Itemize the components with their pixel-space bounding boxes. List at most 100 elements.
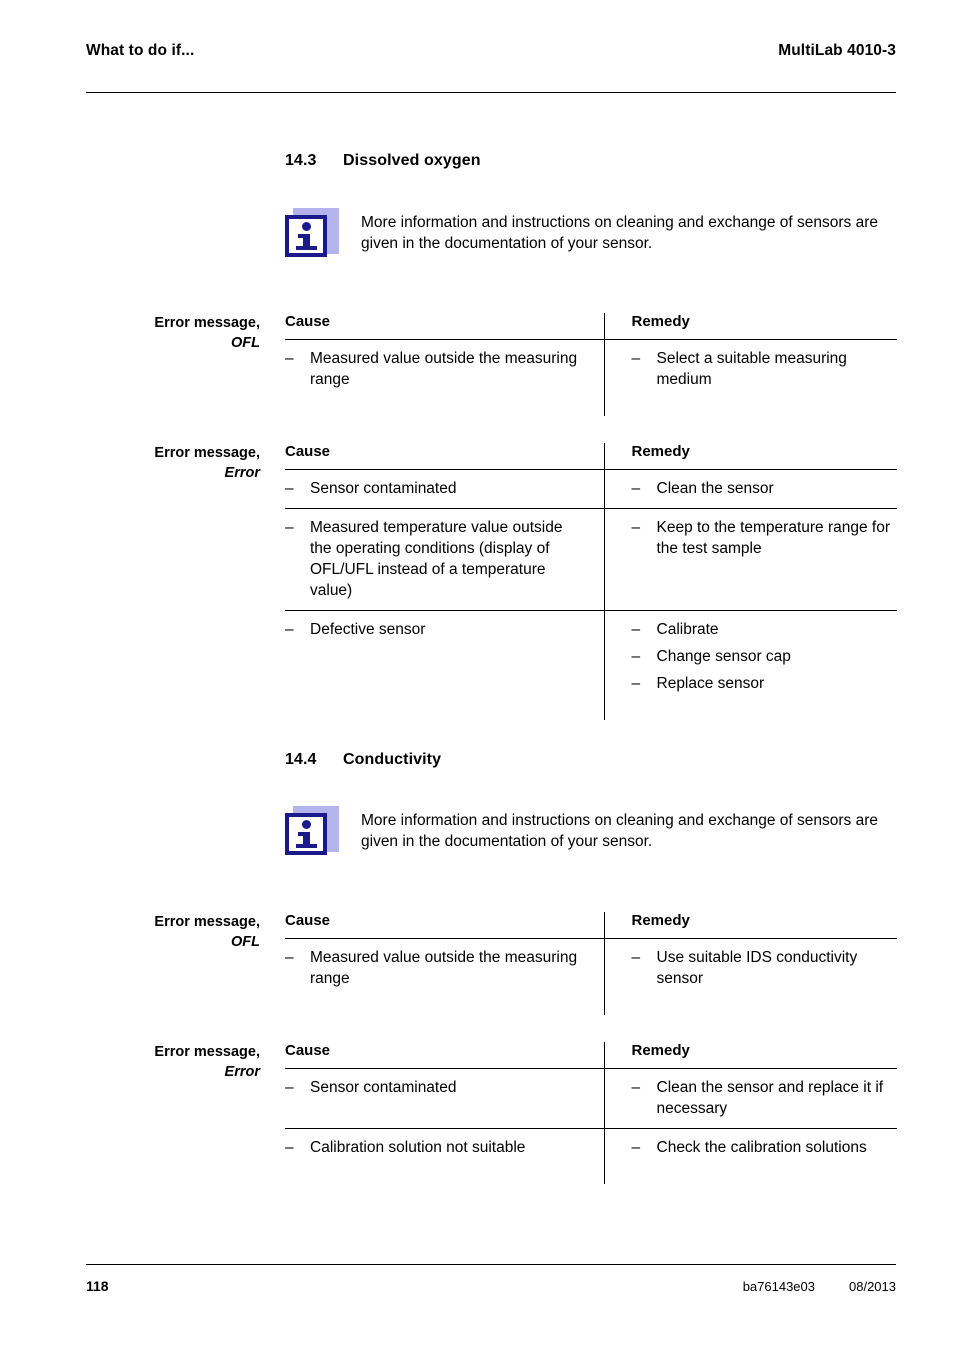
margin-note-label: Error message, xyxy=(154,914,260,930)
list-item: – Measured value outside the measuring ra… xyxy=(285,348,588,390)
column-header-remedy: Remedy xyxy=(603,912,897,939)
column-header-cause: Cause xyxy=(285,912,604,939)
dash-bullet: – xyxy=(631,648,641,665)
column-header-remedy: Remedy xyxy=(603,1042,897,1069)
info-icon-base xyxy=(296,246,317,250)
info-icon-dot xyxy=(302,222,311,231)
cell-remedy: – Select a suitable measuring medium xyxy=(603,339,898,416)
list-item: – Check the calibration solutions xyxy=(632,1137,898,1158)
table-header-row: Cause Remedy xyxy=(285,912,897,939)
info-note-14-3: More information and instructions on cle… xyxy=(285,208,897,264)
section-heading-14-3: 14.3 Dissolved oxygen xyxy=(285,152,897,170)
margin-note-label: Error message, xyxy=(154,315,260,331)
section-number: 14.4 xyxy=(285,751,317,768)
list-item-text: Measured value outside the measuring ran… xyxy=(310,949,578,987)
list-item: – Clean the sensor and replace it if nece… xyxy=(632,1077,898,1119)
section-heading-14-4: 14.4 Conductivity xyxy=(285,751,897,769)
list-item-text: Sensor contaminated xyxy=(310,480,457,497)
dash-bullet: – xyxy=(631,1079,641,1096)
list-item: – Sensor contaminated xyxy=(285,478,588,499)
list-item: – Calibrate xyxy=(632,619,898,640)
margin-note-code: OFL xyxy=(231,934,260,950)
document-code: ba76143e03 xyxy=(742,1279,815,1294)
cell-remedy: – Keep to the temperature range for the t… xyxy=(603,508,898,611)
column-header-cause: Cause xyxy=(285,1042,604,1069)
page-number: 118 xyxy=(86,1278,109,1294)
remedy-list: – Check the calibration solutions xyxy=(632,1137,898,1158)
margin-note-do-error: Error message, Error xyxy=(60,443,260,483)
remedy-list: – Clean the sensor and replace it if nece… xyxy=(632,1077,898,1119)
dash-bullet: – xyxy=(285,519,294,536)
margin-note-cond-ofl: Error message, OFL xyxy=(60,912,260,952)
cell-cause: – Measured value outside the measuring ra… xyxy=(285,939,604,1016)
remedy-list: – Keep to the temperature range for the t… xyxy=(632,517,898,559)
info-icon-base xyxy=(296,844,317,848)
cell-remedy: – Use suitable IDS conductivity sensor xyxy=(603,938,898,1015)
list-item: – Replace sensor xyxy=(632,673,898,694)
cell-cause: – Sensor contaminated xyxy=(285,1068,604,1129)
page-header: What to do if... MultiLab 4010-3 xyxy=(86,42,896,60)
list-item-text: Change sensor cap xyxy=(656,648,791,665)
margin-note-code: Error xyxy=(224,465,260,481)
remedy-list: – Calibrate – Change sensor cap – Replace s… xyxy=(632,619,898,694)
cause-list: – Defective sensor xyxy=(285,619,588,640)
dash-bullet: – xyxy=(631,949,641,966)
info-icon xyxy=(285,806,339,855)
list-item-text: Check the calibration solutions xyxy=(656,1139,867,1156)
margin-note-do-ofl: Error message, OFL xyxy=(60,313,260,353)
list-item: – Clean the sensor xyxy=(632,478,898,499)
list-item-text: Calibrate xyxy=(656,621,719,638)
list-item-text: Calibration solution not suitable xyxy=(310,1139,526,1156)
list-item: – Use suitable IDS conductivity sensor xyxy=(632,947,898,989)
info-icon xyxy=(285,208,339,257)
dash-bullet: – xyxy=(285,1079,294,1096)
margin-note-label: Error message, xyxy=(154,1044,260,1060)
list-item-text: Defective sensor xyxy=(310,621,426,638)
list-item: – Calibration solution not suitable xyxy=(285,1137,588,1158)
section-number: 14.3 xyxy=(285,152,317,169)
list-item: – Select a suitable measuring medium xyxy=(632,348,898,390)
info-icon-dot xyxy=(302,820,311,829)
table-header-row: Cause Remedy xyxy=(285,1042,897,1069)
table-header-row: Cause Remedy xyxy=(285,443,897,470)
info-note-text: More information and instructions on cle… xyxy=(361,812,878,850)
list-item-text: Measured value outside the measuring ran… xyxy=(310,350,578,388)
cause-list: – Sensor contaminated xyxy=(285,478,588,499)
margin-note-code: OFL xyxy=(231,335,260,351)
dash-bullet: – xyxy=(631,1139,641,1156)
list-item: – Keep to the temperature range for the t… xyxy=(632,517,898,559)
table-row: – Calibration solution not suitable – Chec… xyxy=(285,1128,898,1185)
dash-bullet: – xyxy=(631,519,641,536)
info-note-text: More information and instructions on cle… xyxy=(361,214,878,252)
column-header-cause: Cause xyxy=(285,443,604,470)
list-item-text: Keep to the temperature range for the te… xyxy=(656,519,891,557)
page-footer: 118 ba76143e03 08/2013 xyxy=(86,1278,896,1294)
cell-remedy: – Check the calibration solutions xyxy=(603,1128,898,1184)
remedy-list: – Select a suitable measuring medium xyxy=(632,348,898,390)
column-header-cause: Cause xyxy=(285,313,604,340)
info-icon-container xyxy=(285,806,361,862)
list-item: – Measured value outside the measuring ra… xyxy=(285,947,588,989)
table-row: – Measured value outside the measuring ra… xyxy=(285,938,898,1016)
cause-list: – Measured value outside the measuring ra… xyxy=(285,947,588,989)
dash-bullet: – xyxy=(631,621,641,638)
cell-cause: – Measured value outside the measuring ra… xyxy=(285,340,604,417)
remedy-list: – Clean the sensor xyxy=(632,478,898,499)
table-row: – Measured temperature value outside the … xyxy=(285,508,898,611)
cause-list: – Sensor contaminated xyxy=(285,1077,588,1098)
margin-note-cond-error: Error message, Error xyxy=(60,1042,260,1082)
cell-cause: – Sensor contaminated xyxy=(285,469,604,509)
list-item-text: Measured temperature value outside the o… xyxy=(310,519,563,599)
list-item: – Change sensor cap xyxy=(632,646,898,667)
info-note-14-4: More information and instructions on cle… xyxy=(285,806,897,862)
cell-cause: – Calibration solution not suitable xyxy=(285,1129,604,1185)
remedy-list: – Use suitable IDS conductivity sensor xyxy=(632,947,898,989)
footer-meta: ba76143e03 08/2013 xyxy=(743,1279,896,1294)
column-header-remedy: Remedy xyxy=(603,443,897,470)
dash-bullet: – xyxy=(285,949,294,966)
table-header-row: Cause Remedy xyxy=(285,313,897,340)
info-icon-container xyxy=(285,208,361,264)
cell-remedy: – Calibrate – Change sensor cap – Replace s… xyxy=(603,610,898,720)
list-item-text: Select a suitable measuring medium xyxy=(656,350,847,388)
troubleshooting-table: Cause Remedy – Measured value outside the… xyxy=(285,313,897,416)
